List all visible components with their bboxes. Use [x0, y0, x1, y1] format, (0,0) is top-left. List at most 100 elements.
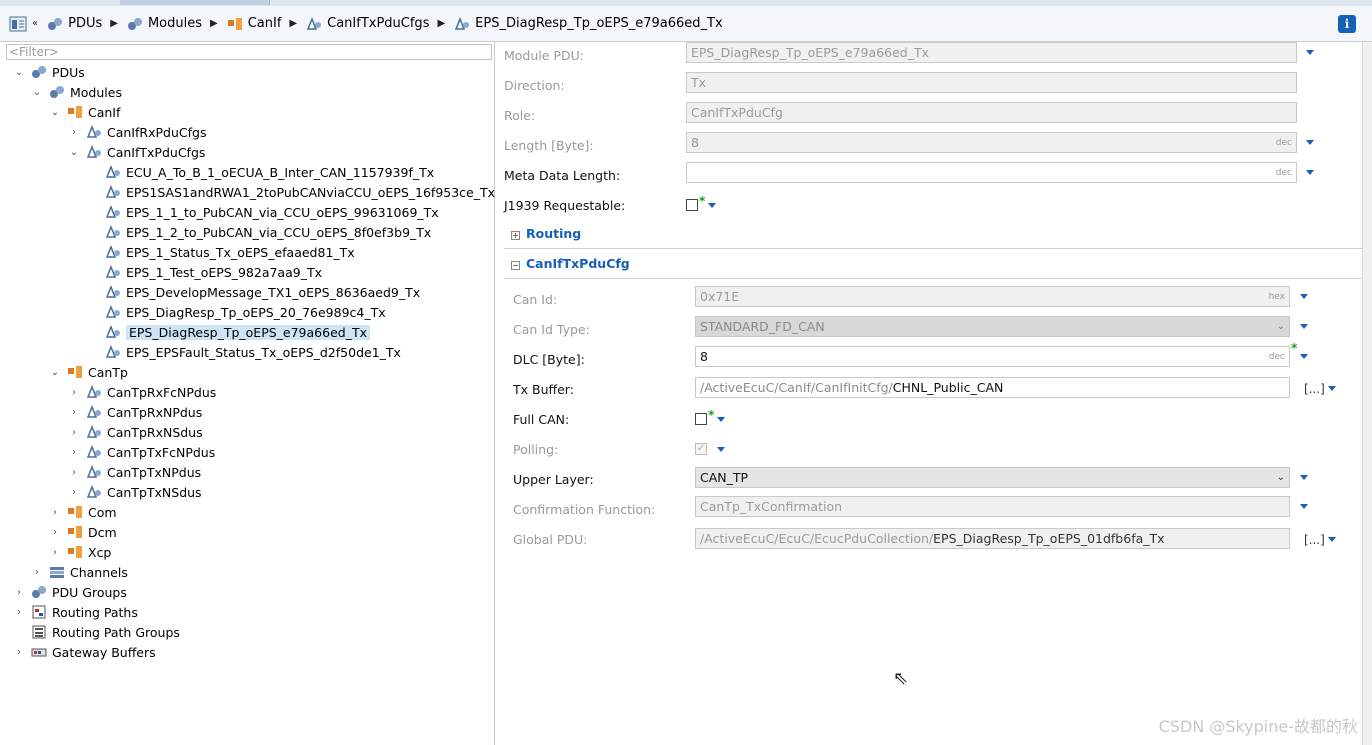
tree-item-channels[interactable]: › Channels: [30, 562, 128, 582]
filter-input[interactable]: <Filter>: [6, 44, 492, 60]
expand-icon[interactable]: ›: [48, 547, 62, 558]
tree-item-tx[interactable]: EPS_1_Status_Tx_oEPS_efaaed81_Tx: [104, 242, 355, 262]
full-can-checkbox[interactable]: [695, 413, 707, 425]
j1939-dropdown-icon[interactable]: [708, 203, 716, 208]
vertical-scrollbar[interactable]: [1362, 42, 1372, 745]
tx-buffer-dropdown-icon[interactable]: [1328, 386, 1336, 391]
upper-layer-combo[interactable]: CAN_TP ⌄: [695, 467, 1290, 488]
global-pdu-dropdown-icon[interactable]: [1328, 537, 1336, 542]
tree-item-tx[interactable]: EPS_DiagResp_Tp_oEPS_20_76e989c4_Tx: [104, 302, 386, 322]
tree-item-cantp-child[interactable]: › CanTpRxNSdus: [67, 422, 203, 442]
editor-tabs[interactable]: [120, 0, 270, 5]
tree-item-cantp-child[interactable]: › CanTpTxNSdus: [67, 482, 202, 502]
breadcrumb-label: Modules: [147, 16, 203, 31]
length-dropdown-icon[interactable]: [1306, 140, 1314, 145]
confirmation-field[interactable]: CanTp_TxConfirmation: [695, 496, 1290, 517]
routing-section-header[interactable]: Routing: [526, 226, 581, 241]
polling-checkbox[interactable]: ✓: [695, 443, 707, 455]
full-can-dropdown-icon[interactable]: [717, 417, 725, 422]
tree-item-cantp-child[interactable]: › CanTpRxFcNPdus: [67, 382, 216, 402]
expand-icon[interactable]: ›: [67, 447, 81, 458]
expand-routing-icon[interactable]: +: [511, 231, 520, 240]
collapse-icon[interactable]: ⌄: [30, 87, 44, 98]
expand-icon[interactable]: ›: [30, 567, 44, 578]
j1939-checkbox[interactable]: [686, 199, 698, 211]
direction-field[interactable]: Tx: [686, 72, 1297, 93]
tree-item-com[interactable]: › Com: [48, 502, 117, 522]
global-pdu-field[interactable]: /ActiveEcuC/EcuC/EcucPduCollection/EPS_D…: [695, 528, 1290, 549]
meta-dropdown-icon[interactable]: [1306, 170, 1314, 175]
can-id-type-combo[interactable]: STANDARD_FD_CAN ⌄: [695, 316, 1290, 337]
info-icon[interactable]: i: [1338, 15, 1356, 33]
meta-data-length-label: Meta Data Length:: [504, 168, 621, 183]
tree-item-pdus[interactable]: ⌄ PDUs: [12, 62, 85, 82]
polling-dropdown-icon[interactable]: [717, 447, 725, 452]
global-pdu-browse-button[interactable]: [...]: [1304, 533, 1325, 547]
expand-icon[interactable]: ›: [12, 647, 26, 658]
tree-item-cantp-child[interactable]: › CanTpTxFcNPdus: [67, 442, 215, 462]
view-toggle-icon[interactable]: [8, 15, 28, 33]
caniftx-section-header[interactable]: CanIfTxPduCfg: [526, 256, 630, 271]
tree-item-routing-path-groups[interactable]: Routing Path Groups: [30, 622, 180, 642]
tree-item-xcp[interactable]: › Xcp: [48, 542, 111, 562]
expand-icon[interactable]: ›: [67, 387, 81, 398]
tree-item-tx[interactable]: EPS1SAS1andRWA1_2toPubCANviaCCU_oEPS_16f…: [104, 182, 495, 202]
tree-item-routing-paths[interactable]: › Routing Paths: [12, 602, 138, 622]
dlc-field[interactable]: 8 dec: [695, 346, 1290, 367]
direction-label: Direction:: [504, 78, 565, 93]
expand-icon[interactable]: ›: [67, 127, 81, 138]
can-id-type-dropdown-icon[interactable]: [1300, 324, 1308, 329]
tree-label: EPS_1_1_to_PubCAN_via_CCU_oEPS_99631069_…: [126, 204, 439, 220]
module-pdu-dropdown-icon[interactable]: [1306, 50, 1314, 55]
meta-data-length-field[interactable]: dec: [686, 162, 1297, 183]
tree-item-tx[interactable]: EPS_EPSFault_Status_Tx_oEPS_d2f50de1_Tx: [104, 342, 401, 362]
tree-item-gateway-buffers[interactable]: › Gateway Buffers: [12, 642, 156, 662]
breadcrumb-modules[interactable]: Modules: [126, 16, 202, 32]
back-chevron-icon[interactable]: «: [32, 18, 38, 29]
tree-item-cantp[interactable]: ⌄ CanTp: [48, 362, 128, 382]
confirmation-dropdown-icon[interactable]: [1300, 504, 1308, 509]
expand-icon[interactable]: ›: [12, 607, 26, 618]
dlc-dropdown-icon[interactable]: [1300, 354, 1308, 359]
module-pdu-field[interactable]: EPS_DiagResp_Tp_oEPS_e79a66ed_Tx: [686, 42, 1297, 63]
tree-item-modules[interactable]: ⌄ Modules: [30, 82, 122, 102]
can-id-dropdown-icon[interactable]: [1300, 294, 1308, 299]
expand-icon[interactable]: ›: [67, 467, 81, 478]
breadcrumb-pdus[interactable]: PDUs: [46, 16, 102, 32]
tree-item-dcm[interactable]: › Dcm: [48, 522, 117, 542]
breadcrumb-caniftxpducfgs[interactable]: CanIfTxPduCfgs: [305, 16, 429, 32]
collapse-icon[interactable]: ⌄: [67, 147, 81, 158]
tree-item-caniftx[interactable]: ⌄ CanIfTxPduCfgs: [67, 142, 206, 162]
tree-item-tx-selected[interactable]: EPS_DiagResp_Tp_oEPS_e79a66ed_Tx: [104, 322, 370, 342]
collapse-icon[interactable]: ⌄: [12, 67, 26, 78]
length-field[interactable]: 8 dec: [686, 132, 1297, 153]
breadcrumb-canif[interactable]: CanIf: [226, 16, 281, 32]
tree-item-tx[interactable]: EPS_1_2_to_PubCAN_via_CCU_oEPS_8f0ef3b9_…: [104, 222, 431, 242]
tree-item-tx[interactable]: EPS_1_1_to_PubCAN_via_CCU_oEPS_99631069_…: [104, 202, 439, 222]
role-field[interactable]: CanIfTxPduCfg: [686, 102, 1297, 123]
tree-label: Routing Path Groups: [52, 624, 180, 640]
can-id-field[interactable]: 0x71E hex: [695, 286, 1290, 307]
tree-item-cantp-child[interactable]: › CanTpRxNPdus: [67, 402, 202, 422]
tree-item-tx[interactable]: EPS_DevelopMessage_TX1_oEPS_8636aed9_Tx: [104, 282, 420, 302]
expand-icon[interactable]: ›: [12, 587, 26, 598]
expand-icon[interactable]: ›: [67, 407, 81, 418]
expand-icon[interactable]: ›: [67, 427, 81, 438]
tx-buffer-field[interactable]: /ActiveEcuC/CanIf/CanIfInitCfg/CHNL_Publ…: [695, 377, 1290, 398]
expand-icon[interactable]: ›: [67, 487, 81, 498]
expand-icon[interactable]: ›: [48, 527, 62, 538]
tree-item-tx[interactable]: EPS_1_Test_oEPS_982a7aa9_Tx: [104, 262, 322, 282]
tree-item-tx[interactable]: ECU_A_To_B_1_oECUA_B_Inter_CAN_1157939f_…: [104, 162, 434, 182]
tree-item-canif[interactable]: ⌄ CanIf: [48, 102, 121, 122]
tree-item-cantp-child[interactable]: › CanTpTxNPdus: [67, 462, 201, 482]
collapse-icon[interactable]: ⌄: [48, 107, 62, 118]
tree-item-canifrx[interactable]: › CanIfRxPduCfgs: [67, 122, 206, 142]
tx-buffer-browse-button[interactable]: [...]: [1304, 382, 1325, 396]
breadcrumb-current[interactable]: EPS_DiagResp_Tp_oEPS_e79a66ed_Tx: [453, 16, 723, 32]
expand-icon[interactable]: ›: [48, 507, 62, 518]
collapse-caniftx-icon[interactable]: −: [511, 261, 520, 270]
upper-layer-dropdown-icon[interactable]: [1300, 475, 1308, 480]
breadcrumb-label: CanIfTxPduCfgs: [327, 16, 430, 31]
tree-item-pdu-groups[interactable]: › PDU Groups: [12, 582, 127, 602]
collapse-icon[interactable]: ⌄: [48, 367, 62, 378]
